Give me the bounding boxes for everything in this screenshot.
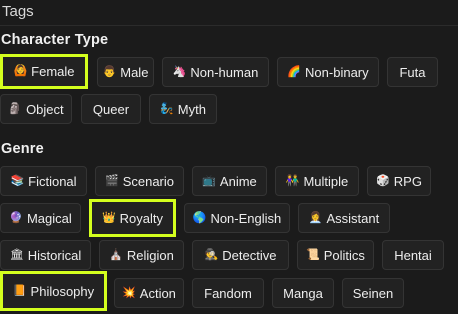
tag-religion[interactable]: ⛪ Religion: [99, 240, 184, 270]
tag-action[interactable]: 💥 Action: [114, 278, 184, 308]
moai-icon: 🗿: [8, 102, 23, 115]
crystal-ball-icon: 🔮: [9, 211, 23, 224]
tag-non-binary[interactable]: 🌈 Non-binary: [277, 57, 379, 87]
unicorn-icon: 🦄: [172, 65, 187, 78]
tag-label: Female: [31, 64, 75, 79]
tag-label: Non-English: [210, 210, 282, 226]
tag-manga[interactable]: Manga: [272, 278, 334, 308]
church-icon: ⛪: [109, 248, 123, 261]
tag-label: RPG: [393, 173, 422, 189]
tag-fandom[interactable]: Fandom: [192, 278, 264, 308]
genie-icon: 🧞: [160, 102, 174, 115]
tag-label: Fandom: [204, 285, 252, 301]
tag-politics[interactable]: 📜 Politics: [297, 240, 374, 270]
tag-fictional[interactable]: 📚 Fictional: [0, 166, 87, 196]
tag-philosophy[interactable]: 📙 Philosophy: [0, 271, 107, 311]
tv-icon: 📺: [202, 174, 216, 187]
rainbow-icon: 🌈: [287, 65, 302, 78]
tag-anime[interactable]: 📺 Anime: [192, 166, 267, 196]
tag-label: Non-human: [190, 64, 259, 80]
tag-label: Anime: [219, 173, 257, 189]
tag-multiple[interactable]: 👫 Multiple: [275, 166, 359, 196]
tag-non-english[interactable]: 🌎 Non-English: [184, 203, 290, 233]
tag-futa[interactable]: Futa: [387, 57, 438, 87]
section-title-character-type: Character Type: [1, 32, 109, 48]
tag-label: Philosophy: [30, 283, 95, 299]
tag-label: Non-binary: [305, 64, 369, 80]
tag-label: Hentai: [394, 247, 432, 263]
classical-building-icon: 🏛: [9, 248, 24, 261]
tag-label: Manga: [283, 285, 323, 301]
tags-title: Tags: [2, 3, 34, 20]
tags-header: Tags: [0, 0, 458, 26]
tag-magical[interactable]: 🔮 Magical: [0, 203, 81, 233]
tag-label: Assistant: [326, 210, 380, 226]
tag-label: Fictional: [28, 173, 77, 189]
books-icon: 📚: [10, 174, 25, 187]
tag-label: Detective: [222, 247, 277, 263]
tag-label: Object: [26, 101, 64, 117]
tag-seinen[interactable]: Seinen: [342, 278, 404, 308]
tag-label: Queer: [92, 101, 130, 117]
section-title-genre: Genre: [1, 141, 44, 157]
dice-icon: 🎲: [376, 174, 390, 187]
tag-historical[interactable]: 🏛 Historical: [0, 240, 91, 270]
woman-gesturing-icon: 🙆: [13, 65, 28, 77]
tag-rpg[interactable]: 🎲 RPG: [367, 166, 431, 196]
tag-label: Multiple: [303, 173, 349, 189]
tag-male[interactable]: 👨 Male: [97, 57, 154, 87]
tag-female[interactable]: 🙆 Female: [0, 54, 88, 89]
crown-icon: 👑: [101, 211, 116, 224]
tag-scenario[interactable]: 🎬 Scenario: [95, 166, 184, 196]
detective-icon: 🕵: [204, 248, 219, 261]
office-worker-icon: 👩‍💼: [308, 211, 323, 224]
man-icon: 👨: [102, 65, 117, 78]
tag-detective[interactable]: 🕵 Detective: [192, 240, 289, 270]
tag-queer[interactable]: Queer: [81, 94, 141, 124]
tag-hentai[interactable]: Hentai: [382, 240, 444, 270]
collision-icon: 💥: [122, 286, 136, 299]
tag-label: Magical: [26, 210, 72, 226]
people-icon: 👫: [285, 174, 300, 187]
tag-non-human[interactable]: 🦄 Non-human: [162, 57, 269, 87]
tag-label: Futa: [399, 64, 426, 80]
tag-label: Myth: [177, 101, 206, 117]
globe-icon: 🌎: [192, 211, 207, 224]
book-icon: 📙: [12, 284, 27, 297]
tag-myth[interactable]: 🧞 Myth: [149, 94, 217, 124]
tag-label: Male: [120, 64, 149, 80]
scroll-icon: 📜: [306, 248, 320, 261]
tag-label: Politics: [323, 247, 365, 263]
tag-label: Action: [139, 285, 176, 301]
tag-label: Seinen: [352, 285, 394, 301]
tag-assistant[interactable]: 👩‍💼 Assistant: [298, 203, 390, 233]
tag-label: Royalty: [119, 210, 164, 226]
tag-label: Religion: [126, 247, 174, 263]
tag-royalty[interactable]: 👑 Royalty: [89, 199, 176, 237]
clapper-icon: 🎬: [104, 174, 119, 187]
tag-label: Scenario: [122, 173, 174, 189]
tag-object[interactable]: 🗿 Object: [0, 94, 72, 124]
tag-label: Historical: [27, 247, 82, 263]
